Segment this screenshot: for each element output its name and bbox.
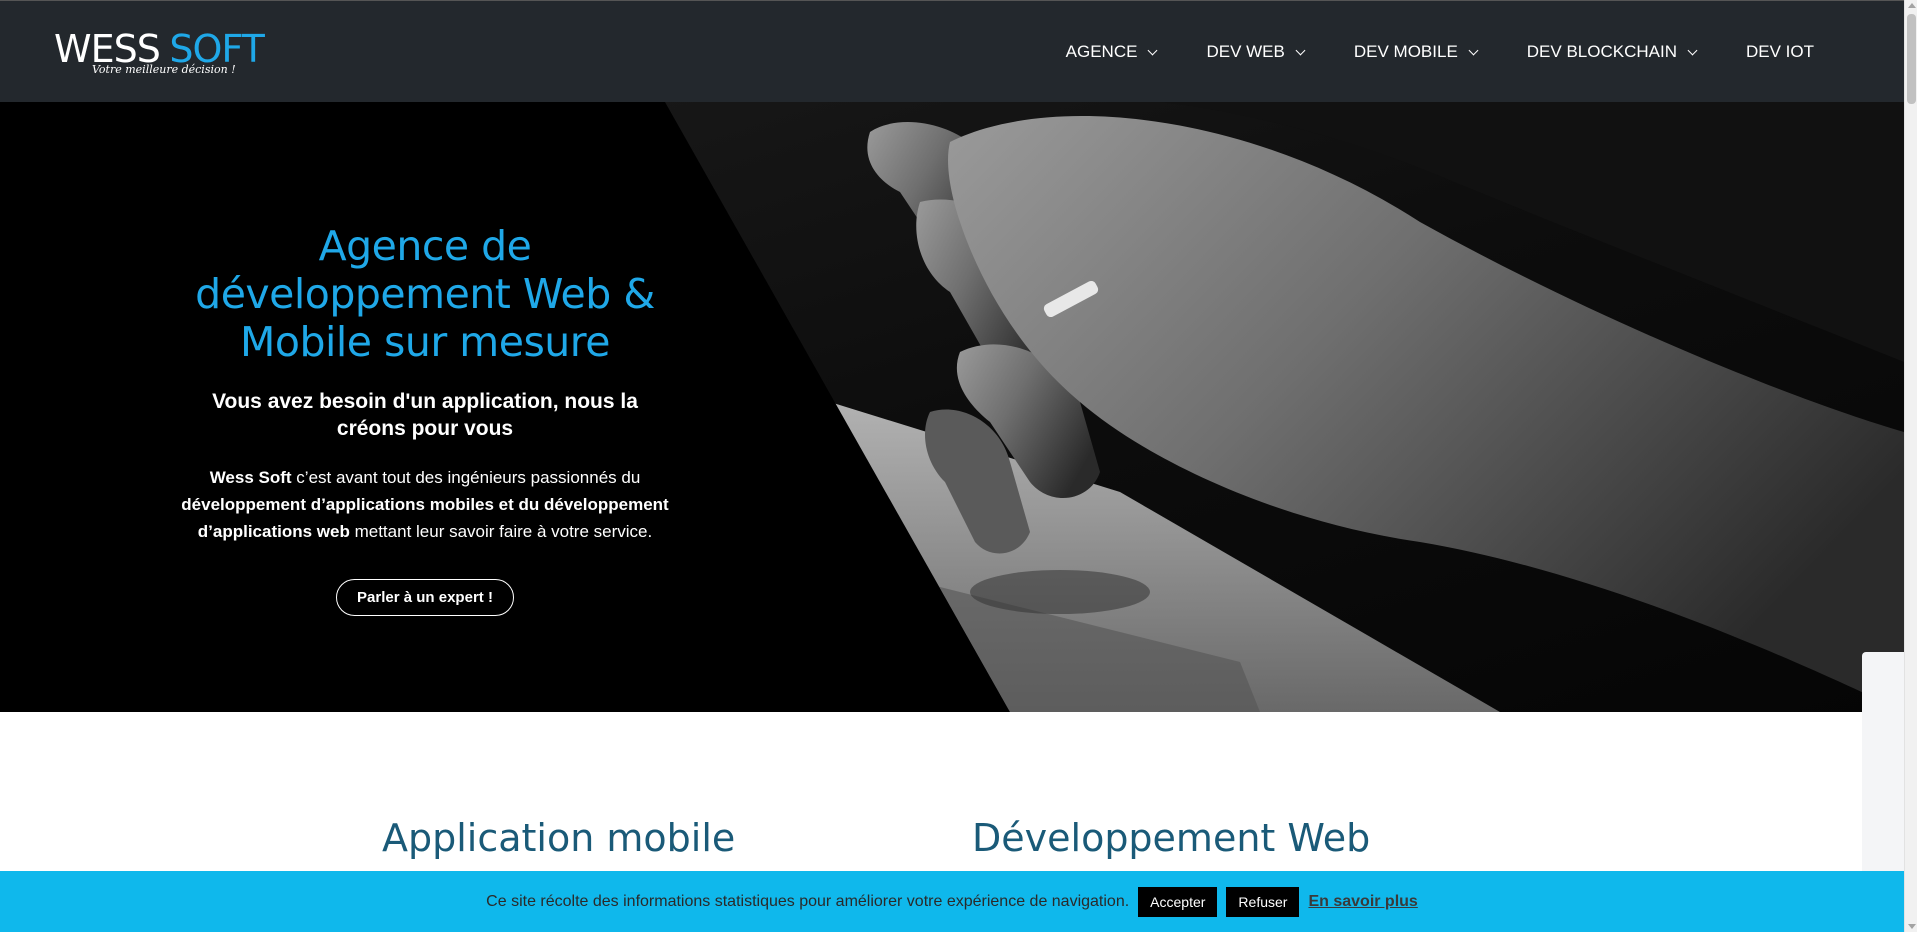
hero-description: Wess Soft c’est avant tout des ingénieur… xyxy=(175,464,675,545)
nav-item-dev-web[interactable]: DEV WEB xyxy=(1206,42,1306,62)
cookie-accept-button[interactable]: Accepter xyxy=(1138,886,1218,917)
nav-label: DEV MOBILE xyxy=(1353,42,1458,61)
nav-label: AGENCE xyxy=(1065,42,1138,61)
main-nav: AGENCE DEV WEB DEV MOBILE DEV BLOCKCHAIN… xyxy=(1016,1,1814,103)
scroll-down-arrow-icon[interactable] xyxy=(1908,924,1916,929)
nav-label: DEV IOT xyxy=(1745,42,1814,61)
chevron-down-icon xyxy=(1687,45,1698,55)
hero-text-part2: mettant leur savoir faire à votre servic… xyxy=(349,522,653,541)
scrollbar-thumb[interactable] xyxy=(1907,14,1916,104)
scroll-up-arrow-icon[interactable] xyxy=(1908,3,1916,8)
cookie-banner: Ce site récolte des informations statist… xyxy=(0,871,1904,932)
nav-label: DEV BLOCKCHAIN xyxy=(1526,42,1677,61)
hero-section: Agence de développement Web & Mobile sur… xyxy=(0,102,1904,712)
section-title-mobile: Application mobile xyxy=(382,816,736,860)
nav-item-dev-iot[interactable]: DEV IOT xyxy=(1746,42,1814,62)
nav-label: DEV WEB xyxy=(1206,42,1285,61)
nav-item-dev-blockchain[interactable]: DEV BLOCKCHAIN xyxy=(1526,42,1698,62)
section-title-web: Développement Web xyxy=(972,816,1371,860)
hero-text-part1: c’est avant tout des ingénieurs passionn… xyxy=(291,468,641,487)
brand-name: Wess Soft xyxy=(209,468,292,487)
chevron-down-icon xyxy=(1468,45,1479,55)
cookie-message: Ce site récolte des informations statist… xyxy=(486,892,1130,910)
logo-tagline: Votre meilleure décision ! xyxy=(92,63,236,76)
hero-title: Agence de développement Web & Mobile sur… xyxy=(195,222,655,366)
hero-subtitle: Vous avez besoin d'un application, nous … xyxy=(212,390,638,440)
nav-item-agence[interactable]: AGENCE xyxy=(1065,42,1158,62)
hero-content: Agence de développement Web & Mobile sur… xyxy=(175,222,675,616)
wess-soft-logo[interactable]: WESS SOFT Votre meilleure décision ! xyxy=(54,29,265,81)
chevron-down-icon xyxy=(1295,45,1306,55)
cookie-more-link[interactable]: En savoir plus xyxy=(1308,893,1417,911)
talk-to-expert-button[interactable]: Parler à un expert ! xyxy=(336,579,514,616)
page-scrollbar[interactable] xyxy=(1904,0,1917,932)
page: WESS SOFT Votre meilleure décision ! AGE… xyxy=(0,0,1917,932)
site-header: WESS SOFT Votre meilleure décision ! AGE… xyxy=(0,0,1904,102)
cookie-refuse-button[interactable]: Refuser xyxy=(1226,886,1300,917)
nav-item-dev-mobile[interactable]: DEV MOBILE xyxy=(1353,42,1479,62)
side-floating-tab[interactable] xyxy=(1862,652,1904,892)
chevron-down-icon xyxy=(1148,45,1158,55)
